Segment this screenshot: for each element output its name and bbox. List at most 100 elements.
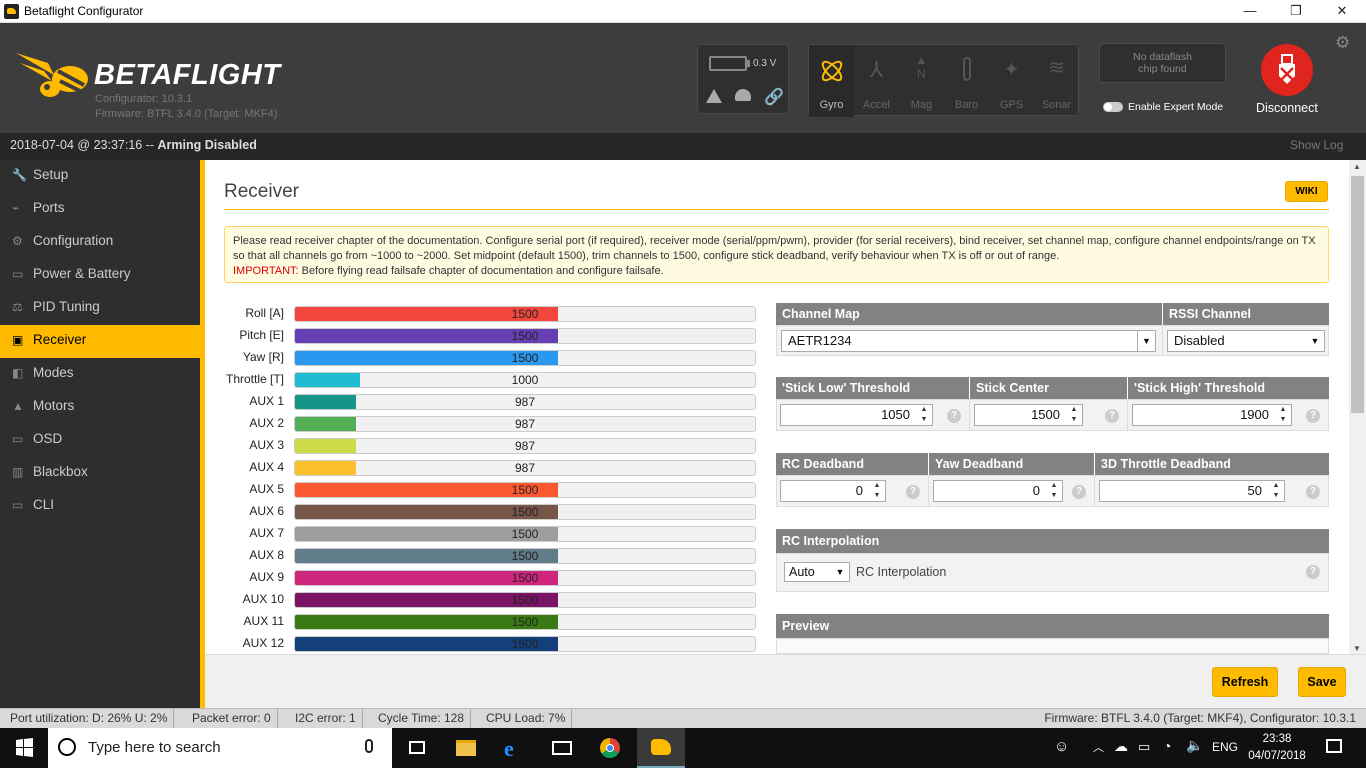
onedrive-icon[interactable]: ☁: [1114, 738, 1128, 755]
mag-icon: ▲ N Mag: [910, 53, 933, 111]
sidebar-item-motors[interactable]: ▲ Motors: [0, 391, 200, 424]
battery-icon: ▭: [12, 267, 24, 281]
microphone-icon[interactable]: [365, 739, 373, 753]
channel-row: Roll [A] 1500: [204, 304, 764, 322]
task-view-icon[interactable]: [394, 728, 442, 768]
sidebar-item-label: Modes: [33, 365, 74, 380]
channel-map-select[interactable]: AETR1234 ▼: [781, 330, 1156, 352]
minimize-button[interactable]: —: [1227, 0, 1273, 23]
close-window-button[interactable]: ✕: [1319, 0, 1365, 23]
betaflight-wordmark: BETAFLIGHT: [94, 59, 281, 91]
packet-error: Packet error: 0: [186, 709, 278, 728]
help-icon[interactable]: ?: [1072, 485, 1086, 499]
sidebar-item-configuration[interactable]: ⚙ Configuration: [0, 226, 200, 259]
channel-row: AUX 7 1500: [204, 524, 764, 542]
channel-bar: 1500: [294, 570, 756, 586]
wiki-button[interactable]: WIKI: [1285, 181, 1328, 202]
sidebar-item-pid-tuning[interactable]: ⚖ PID Tuning: [0, 292, 200, 325]
channel-value: 1500: [511, 527, 539, 541]
channel-name: AUX 9: [249, 570, 284, 584]
stick-center-input[interactable]: 1500 ▲ ▼: [974, 404, 1083, 426]
expert-mode-label: Enable Expert Mode: [1128, 101, 1224, 113]
channel-bar: 1500: [294, 504, 756, 520]
scroll-down-arrow-icon[interactable]: ▼: [1353, 644, 1361, 653]
channel-bar: 1500: [294, 306, 756, 322]
show-log-link[interactable]: Show Log: [1290, 138, 1343, 152]
channel-row: Throttle [T] 1000: [204, 370, 764, 388]
language-indicator[interactable]: ENG: [1212, 740, 1238, 754]
sidebar-item-label: Setup: [33, 167, 69, 182]
sidebar-item-label: OSD: [33, 431, 63, 446]
betaflight-taskbar-icon[interactable]: [637, 728, 685, 768]
settings-gear-icon[interactable]: ⚙: [1335, 33, 1350, 53]
yaw-deadband-input[interactable]: 0 ▲ ▼: [933, 480, 1063, 502]
sidebar-item-ports[interactable]: ⌁ Ports: [0, 193, 200, 226]
chrome-icon[interactable]: [586, 728, 634, 768]
throttle3d-deadband-header: 3D Throttle Deadband: [1095, 453, 1329, 475]
rc-interpolation-label: RC Interpolation: [856, 565, 947, 579]
help-icon[interactable]: ?: [947, 409, 961, 423]
taskbar-search-box[interactable]: Type here to search: [48, 728, 392, 768]
stick-low-input[interactable]: 1050 ▲ ▼: [780, 404, 933, 426]
mail-icon[interactable]: [538, 728, 586, 768]
rssi-channel-select[interactable]: Disabled ▼: [1167, 330, 1325, 352]
channel-value: 1500: [511, 483, 539, 497]
taskbar-clock[interactable]: 23:38 04/07/2018: [1242, 731, 1312, 765]
channel-name: AUX 6: [249, 504, 284, 518]
sidebar-item-receiver[interactable]: ▣ Receiver: [0, 325, 200, 358]
sidebar-item-blackbox[interactable]: ▥ Blackbox: [0, 457, 200, 490]
rc-deadband-input[interactable]: 0 ▲ ▼: [780, 480, 886, 502]
baro-icon: Baro: [944, 45, 989, 117]
refresh-button[interactable]: Refresh: [1212, 667, 1278, 697]
stick-high-input[interactable]: 1900 ▲ ▼: [1132, 404, 1292, 426]
channel-bar: 987: [294, 460, 756, 476]
configurator-version: Configurator: 10.3.1: [95, 93, 193, 105]
battery-status-panel: 0.3 V 🔗: [697, 44, 789, 114]
sensor-panel: Gyro ⅄ Accel ▲ N Mag Baro ✦ GPS ≋ Sonar: [808, 44, 1079, 117]
disconnect-button[interactable]: [1261, 44, 1313, 96]
receiver-icon: ▣: [12, 333, 24, 347]
channel-row: AUX 12 1500: [204, 634, 764, 652]
file-explorer-icon[interactable]: [442, 728, 490, 768]
sidebar-item-cli[interactable]: ▭ CLI: [0, 490, 200, 523]
rc-interpolation-select[interactable]: Auto ▼: [784, 562, 850, 582]
notifications-icon[interactable]: [1326, 739, 1342, 753]
throttle3d-deadband-input[interactable]: 50 ▲ ▼: [1099, 480, 1285, 502]
network-icon[interactable]: ◔: [1163, 738, 1171, 754]
status-line: 2018-07-04 @ 23:37:16 -- Arming Disabled…: [0, 133, 1366, 160]
help-icon[interactable]: ?: [1306, 565, 1320, 579]
maximize-button[interactable]: ❐: [1273, 0, 1319, 23]
people-icon[interactable]: ☺: [1054, 738, 1069, 755]
help-icon[interactable]: ?: [1306, 409, 1320, 423]
channel-row: AUX 3 987: [204, 436, 764, 454]
volume-icon[interactable]: 🔈: [1186, 737, 1203, 754]
sidebar-item-modes[interactable]: ◧ Modes: [0, 358, 200, 391]
warning-icon: [706, 89, 722, 103]
failsafe-icon: [735, 89, 751, 101]
battery-tray-icon[interactable]: ▭: [1138, 739, 1150, 755]
expert-mode-toggle[interactable]: [1103, 102, 1123, 112]
status-datetime: 2018-07-04 @ 23:37:16 -- Arming Disabled: [10, 138, 257, 152]
channel-value: 1500: [511, 351, 539, 365]
save-button[interactable]: Save: [1298, 667, 1346, 697]
help-icon[interactable]: ?: [1306, 485, 1320, 499]
search-icon: [58, 738, 76, 756]
help-icon[interactable]: ?: [906, 485, 920, 499]
modes-icon: ◧: [12, 366, 24, 380]
windows-start-icon[interactable]: [0, 728, 48, 768]
channel-row: AUX 1 987: [204, 392, 764, 410]
app-header: BETAFLIGHT Configurator: 10.3.1 Firmware…: [0, 23, 1366, 133]
sidebar-item-setup[interactable]: 🔧 Setup: [0, 160, 200, 193]
sidebar-item-label: Blackbox: [33, 464, 88, 479]
sidebar-item-power-battery[interactable]: ▭ Power & Battery: [0, 259, 200, 292]
show-hidden-icons-icon[interactable]: ︿: [1093, 739, 1104, 755]
channel-bar: 1500: [294, 482, 756, 498]
preview-header: Preview: [776, 614, 1329, 638]
scrollbar-thumb[interactable]: [1351, 176, 1364, 413]
channel-bar: 987: [294, 438, 756, 454]
channel-value: 1500: [511, 637, 539, 651]
edge-browser-icon[interactable]: e: [490, 728, 538, 768]
sidebar-item-osd[interactable]: ▭ OSD: [0, 424, 200, 457]
scroll-up-arrow-icon[interactable]: ▲: [1353, 162, 1361, 171]
help-icon[interactable]: ?: [1105, 409, 1119, 423]
